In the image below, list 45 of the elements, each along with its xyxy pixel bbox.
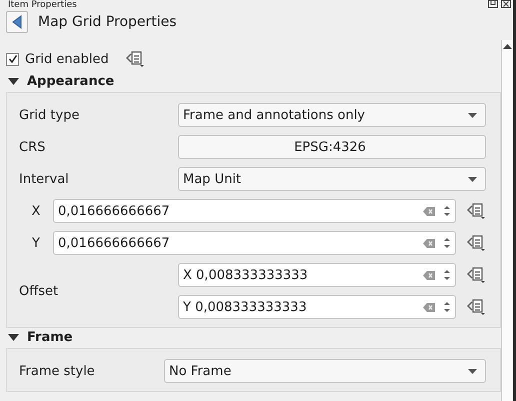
list-menu-icon[interactable] [466,202,486,220]
back-arrow-icon [12,15,22,29]
dropdown[interactable]: Map Unit [178,167,486,191]
scroll-up-icon[interactable] [502,44,512,49]
section-header[interactable]: Frame [0,328,501,348]
close-icon[interactable] [501,0,511,8]
field-label: Grid type [19,108,80,122]
expand-triangle-icon [8,78,19,86]
field-label: CRS [19,140,46,154]
field-label: Interval [19,172,70,186]
number-field[interactable]: Y 0,008333333333 [178,295,456,319]
field-label: Frame style [19,364,96,378]
scrollbar[interactable] [501,40,512,401]
caret-icon [468,368,477,374]
expand-triangle-icon [8,334,19,342]
grid-enabled-checkbox[interactable]: Grid enabled [6,52,109,66]
spin-arrows-icon[interactable] [443,300,451,314]
clear-icon[interactable] [423,302,435,312]
list-menu-icon[interactable] [124,50,145,68]
clear-icon[interactable] [423,238,435,248]
clear-icon[interactable] [423,270,435,280]
float-icon[interactable] [488,0,498,8]
section-header[interactable]: Appearance [0,72,501,92]
checkmark-icon [8,54,18,64]
spin-arrows-icon[interactable] [443,268,451,282]
list-menu-icon[interactable] [466,234,486,252]
number-field[interactable]: X 0,008333333333 [178,263,456,287]
number-field[interactable]: 0,016666666667 [53,199,456,223]
dropdown[interactable]: Frame and annotations only [178,103,486,127]
clear-icon[interactable] [423,206,435,216]
field-label: Y [31,236,41,250]
spin-arrows-icon[interactable] [443,204,451,218]
field-label: Offset [19,284,60,298]
list-menu-icon[interactable] [466,298,486,316]
back-button[interactable] [6,11,28,33]
page-title: Map Grid Properties [38,14,177,30]
dropdown[interactable]: No Frame [164,359,486,383]
panel-title: Item Properties [8,0,77,10]
list-menu-icon[interactable] [466,266,486,284]
crs-button[interactable]: EPSG:4326 [178,135,486,159]
field-label: X [30,204,42,218]
number-field[interactable]: 0,016666666667 [53,231,456,255]
caret-icon [468,112,477,118]
spin-arrows-icon[interactable] [443,236,451,250]
caret-icon [468,176,477,182]
